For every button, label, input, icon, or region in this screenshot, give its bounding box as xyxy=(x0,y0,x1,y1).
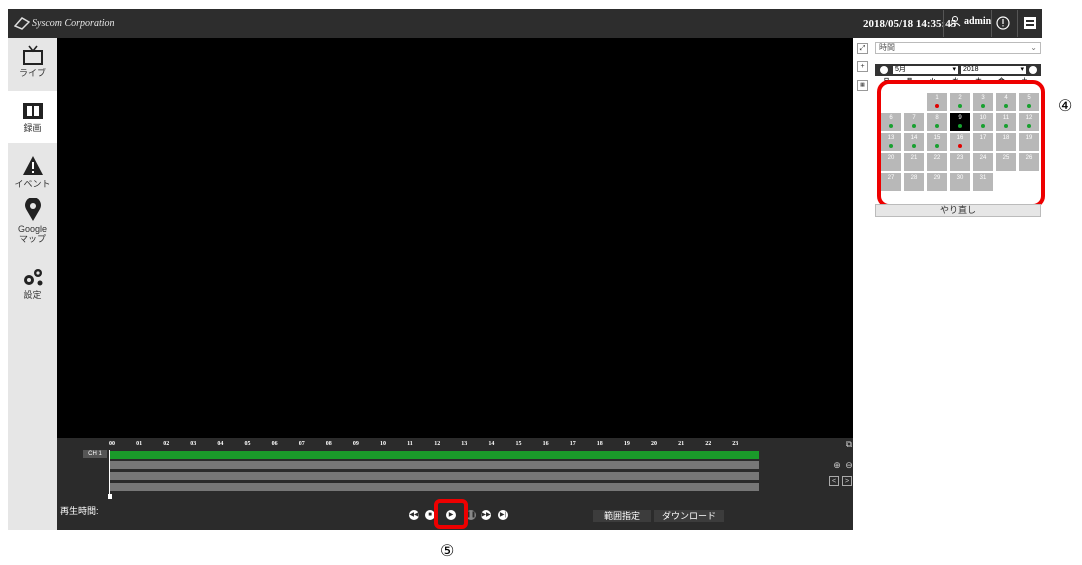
divider xyxy=(991,10,992,37)
timeline-next-button[interactable]: > xyxy=(842,476,852,486)
info-icon[interactable] xyxy=(995,15,1011,31)
timeline-hour-label: 18 xyxy=(596,441,603,447)
timeline-hour-label: 13 xyxy=(461,441,468,447)
film-icon xyxy=(22,103,43,119)
play-button-highlight xyxy=(434,499,468,529)
timeline-hour-label: 10 xyxy=(380,441,386,447)
chevron-down-icon: ▾ xyxy=(1020,66,1024,73)
timeline-hour-label: 22 xyxy=(705,441,712,447)
prev-month-icon[interactable] xyxy=(880,66,888,74)
timeline-track-recording[interactable] xyxy=(110,451,759,459)
redo-button[interactable]: やり直し xyxy=(875,204,1041,217)
sidebar-item-label: ライブ xyxy=(18,68,46,78)
layout-grid-icon[interactable]: ▦ xyxy=(857,80,868,91)
timeline-hour-label: 03 xyxy=(190,441,197,447)
timeline-hour-label: 12 xyxy=(434,441,441,447)
map-pin-icon xyxy=(24,198,41,221)
timeline-prev-button[interactable]: < xyxy=(829,476,839,486)
chevron-down-icon: ⌄ xyxy=(1030,43,1037,52)
timeline-hour-label: 11 xyxy=(407,441,413,447)
timeline-track[interactable] xyxy=(110,461,759,469)
playback-time-label: 再生時間: xyxy=(60,506,99,516)
logo-mark-icon xyxy=(14,17,30,30)
year-select[interactable]: 2018 ▾ xyxy=(961,66,1026,74)
sidebar-item-live[interactable]: ライブ xyxy=(8,44,57,90)
tv-icon xyxy=(22,45,43,65)
sidebar-item-label: イベント xyxy=(14,179,51,189)
calendar-highlight xyxy=(877,80,1045,208)
calendar-step-marker: ④ xyxy=(1058,96,1073,115)
mode-select-value: 時間 xyxy=(879,43,895,52)
timeline-hour-label: 15 xyxy=(515,441,522,447)
zoom-plus-icon[interactable]: + xyxy=(857,61,868,72)
timeline-track[interactable] xyxy=(110,472,759,480)
timeline-hour-label: 21 xyxy=(678,441,685,447)
month-select[interactable]: 5月 ▾ xyxy=(893,66,958,74)
top-bar: Syscom Corporation 2018/05/18 14:35:45 a… xyxy=(8,9,1042,38)
timeline-hour-labels: 00 01 02 03 04 05 06 07 08 09 10 11 12 13 14 15 16 17 18 19… xyxy=(109,441,759,449)
user-icon xyxy=(949,16,961,27)
zoom-out-icon[interactable]: ⊖ xyxy=(844,460,854,470)
expand-icon[interactable]: ⤢ xyxy=(857,43,868,54)
timeline-hour-label: 01 xyxy=(136,441,143,447)
timeline-hour-label: 05 xyxy=(244,441,251,447)
warning-icon xyxy=(22,156,43,175)
logout-icon[interactable] xyxy=(1022,15,1038,31)
timeline-hour-label: 02 xyxy=(163,441,170,447)
range-select-button[interactable]: 範囲指定 xyxy=(593,510,651,522)
timeline-hour-label: 07 xyxy=(298,441,305,447)
skip-end-icon[interactable]: ▶| xyxy=(498,510,508,520)
sidebar-item-event[interactable]: イベント xyxy=(8,155,57,201)
channel-label: CH 1 xyxy=(83,450,107,458)
divider xyxy=(1017,10,1018,37)
divider xyxy=(943,10,944,37)
user-name: admin xyxy=(964,15,992,27)
timeline-cursor-handle[interactable] xyxy=(108,494,112,499)
fast-forward-icon[interactable]: ▶▶ xyxy=(481,510,491,520)
timeline-hour-label: 17 xyxy=(569,441,576,447)
timeline-hour-label: 06 xyxy=(271,441,278,447)
timeline-hour-label: 20 xyxy=(651,441,657,447)
timeline-hour-label: 00 xyxy=(109,441,115,447)
year-value: 2018 xyxy=(963,66,979,73)
sidebar-item-label: 録画 xyxy=(23,123,42,133)
user-menu[interactable]: admin xyxy=(949,15,991,27)
sidebar-item-label: 設定 xyxy=(23,290,42,300)
timeline-hour-label: 08 xyxy=(325,441,332,447)
timeline-track[interactable] xyxy=(110,483,759,491)
mode-select[interactable]: 時間 ⌄ xyxy=(875,42,1041,54)
zoom-in-icon[interactable]: ⊕ xyxy=(832,460,842,470)
company-name: Syscom Corporation xyxy=(32,17,115,29)
timeline-hour-label: 04 xyxy=(217,441,224,447)
rewind-icon[interactable]: ◀◀ xyxy=(409,510,419,520)
sidebar: ライブ 録画 イベント Google マップ 設定 xyxy=(8,38,57,530)
sidebar-item-settings[interactable]: 設定 xyxy=(8,266,57,312)
play-step-marker: ⑤ xyxy=(440,541,455,560)
timeline-cursor[interactable] xyxy=(109,450,110,497)
timeline-hour-label: 19 xyxy=(623,441,630,447)
timeline-panel: 00 01 02 03 04 05 06 07 08 09 10 11 12 13 14 15 16 17 18 19… xyxy=(57,438,853,530)
timeline-hour-label: 14 xyxy=(488,441,495,447)
timeline-hour-label: 16 xyxy=(542,441,549,447)
chevron-down-icon: ▾ xyxy=(952,66,956,73)
sidebar-item-google-map[interactable]: Google マップ xyxy=(8,198,57,258)
next-month-icon[interactable] xyxy=(1029,66,1037,74)
month-value: 5月 xyxy=(895,66,906,73)
timeline-hour-label: 09 xyxy=(352,441,359,447)
calendar-header: 5月 ▾ 2018 ▾ xyxy=(875,64,1041,76)
sidebar-item-recording[interactable]: 録画 xyxy=(8,91,57,143)
video-viewer[interactable] xyxy=(57,38,853,438)
timeline-hour-label: 23 xyxy=(732,441,739,447)
detach-icon[interactable]: ⧉ xyxy=(844,439,854,449)
gears-icon xyxy=(23,269,42,286)
sidebar-item-label: Google マップ xyxy=(17,224,48,244)
company-logo: Syscom Corporation xyxy=(14,15,115,31)
download-button[interactable]: ダウンロード xyxy=(654,510,724,522)
